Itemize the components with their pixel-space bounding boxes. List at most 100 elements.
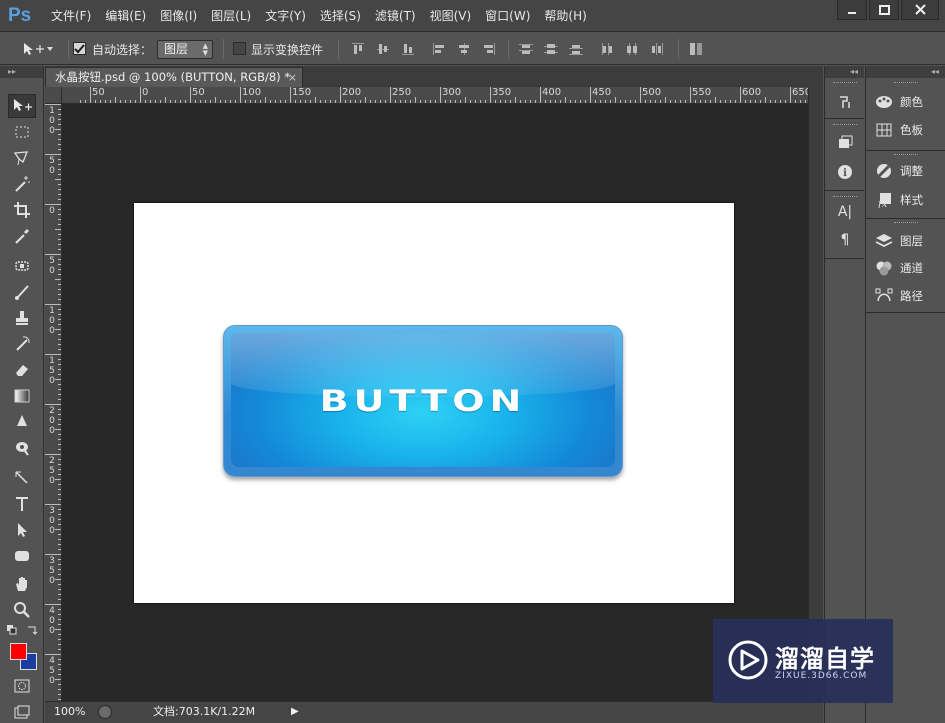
rounded-rectangle-icon [15,551,29,561]
auto-align-layers-icon[interactable] [688,41,704,57]
ruler-label: 100 [49,106,55,136]
panel-grip[interactable] [833,196,857,199]
menu-layer[interactable]: 图层(L) [204,0,258,32]
menu-help[interactable]: 帮助(H) [537,0,593,32]
distribute-left-icon[interactable] [599,41,615,57]
dock-collapse-arrows[interactable]: ◂◂ [866,66,945,78]
ruler-tick [650,100,651,103]
swap-colors-icon[interactable] [26,624,38,636]
distribute-vertical-centers-icon[interactable] [543,41,559,57]
minimize-button[interactable] [837,0,867,20]
crop-tool[interactable] [8,198,36,222]
maximize-button[interactable] [869,0,899,20]
marquee-tool[interactable] [8,120,36,144]
paragraph-icon[interactable]: ¶ [835,230,855,250]
ruler-origin[interactable] [45,87,62,104]
ruler-tick [665,97,666,103]
brush-tool[interactable] [8,280,36,304]
document-tab[interactable]: 水晶按钮.psd @ 100% (BUTTON, RGB/8) * × [45,67,303,87]
ruler-tick [135,100,136,103]
ruler-tick [305,100,306,103]
distribute-right-icon[interactable] [649,41,665,57]
info-icon[interactable]: i [835,162,855,182]
shape-tool[interactable] [8,544,36,568]
character-icon[interactable]: A| [835,202,855,222]
distribute-bottom-icon[interactable] [568,41,584,57]
panel-grip[interactable] [894,222,918,225]
show-transform-checkbox[interactable] [233,42,246,55]
menu-edit[interactable]: 编辑(E) [98,0,153,32]
hand-tool[interactable] [8,572,36,596]
document-tab-bar: 水晶按钮.psd @ 100% (BUTTON, RGB/8) * × [45,66,823,87]
magic-wand-tool[interactable] [8,172,36,196]
eraser-tool[interactable] [8,358,36,382]
panel-grip[interactable] [833,82,857,85]
move-tool[interactable] [8,94,36,118]
status-info-icon[interactable] [98,705,112,719]
align-left-edges-icon[interactable] [431,41,447,57]
menu-window[interactable]: 窗口(W) [478,0,537,32]
panel-channels[interactable]: 通道 [874,258,944,278]
history-brush-tool[interactable] [8,332,36,356]
panel-layers[interactable]: 图层 [874,231,944,251]
healing-brush-tool[interactable] [8,254,36,278]
quick-mask-button[interactable] [8,674,36,698]
history-icon[interactable] [835,92,855,112]
panel-grip[interactable] [894,82,918,85]
distribute-top-icon[interactable] [518,41,534,57]
panel-adjustments[interactable]: 调整 [874,161,944,181]
ruler-tick [58,309,61,310]
panel-swatches[interactable]: 色板 [874,120,944,140]
menu-file[interactable]: 文件(F) [44,0,98,32]
pen-tool[interactable] [8,466,36,490]
menu-view[interactable]: 视图(V) [423,0,479,32]
ruler-tick [95,100,96,103]
panel-color[interactable]: 颜色 [874,92,944,112]
gradient-tool[interactable] [8,384,36,408]
ruler-tick [58,234,61,235]
status-menu-arrow[interactable]: ▶ [291,702,299,722]
align-right-edges-icon[interactable] [481,41,497,57]
foreground-color-swatch[interactable] [10,643,27,660]
ruler-tick [170,100,171,103]
menu-type[interactable]: 文字(Y) [258,0,313,32]
panel-collapse-arrows[interactable]: ▸▸ [0,66,43,78]
align-bottom-edges-icon[interactable] [400,41,416,57]
layer-comps-icon[interactable] [835,132,855,152]
blur-tool[interactable] [8,410,36,434]
auto-select-checkbox[interactable] [73,42,86,55]
default-colors-icon[interactable] [6,624,18,636]
dodge-tool[interactable] [8,436,36,460]
panel-grip[interactable] [894,154,918,157]
align-horizontal-centers-icon[interactable] [456,41,472,57]
panel-paths[interactable]: 路径 [874,286,944,306]
vertical-scrollbar[interactable] [808,87,823,701]
zoom-level[interactable]: 100% [54,702,85,722]
path-selection-tool[interactable] [8,518,36,542]
tool-preset-picker[interactable] [20,40,60,58]
screen-mode-button[interactable] [8,700,36,723]
horizontal-ruler[interactable]: 50 0 50 100 150 200 250 300 350 400 450 500 550 600 65… [62,87,808,104]
panel-grip[interactable] [833,124,857,127]
menu-select[interactable]: 选择(S) [313,0,368,32]
align-vertical-centers-icon[interactable] [375,41,391,57]
menu-filter[interactable]: 滤镜(T) [368,0,423,32]
align-buttons [350,41,506,57]
ruler-tick [455,100,456,103]
dock-collapse-arrows[interactable]: ◂◂ [825,66,864,78]
type-tool[interactable] [8,492,36,516]
tab-close-icon[interactable]: × [288,68,297,87]
close-button[interactable] [901,0,939,20]
eyedropper-tool[interactable] [8,224,36,248]
vertical-ruler[interactable]: 100 50 0 50 100 150 200 250 300 350 400 450 [45,104,62,701]
auto-select-target-dropdown[interactable]: 图层 ▲ ▼ [157,40,213,59]
ruler-tick [710,100,711,103]
ruler-tick [605,100,606,103]
distribute-horizontal-centers-icon[interactable] [624,41,640,57]
clone-stamp-tool[interactable] [8,306,36,330]
zoom-tool[interactable] [8,598,36,622]
align-top-edges-icon[interactable] [350,41,366,57]
lasso-tool[interactable] [8,146,36,170]
menu-image[interactable]: 图像(I) [153,0,204,32]
panel-styles[interactable]: fx 样式 [874,190,944,210]
